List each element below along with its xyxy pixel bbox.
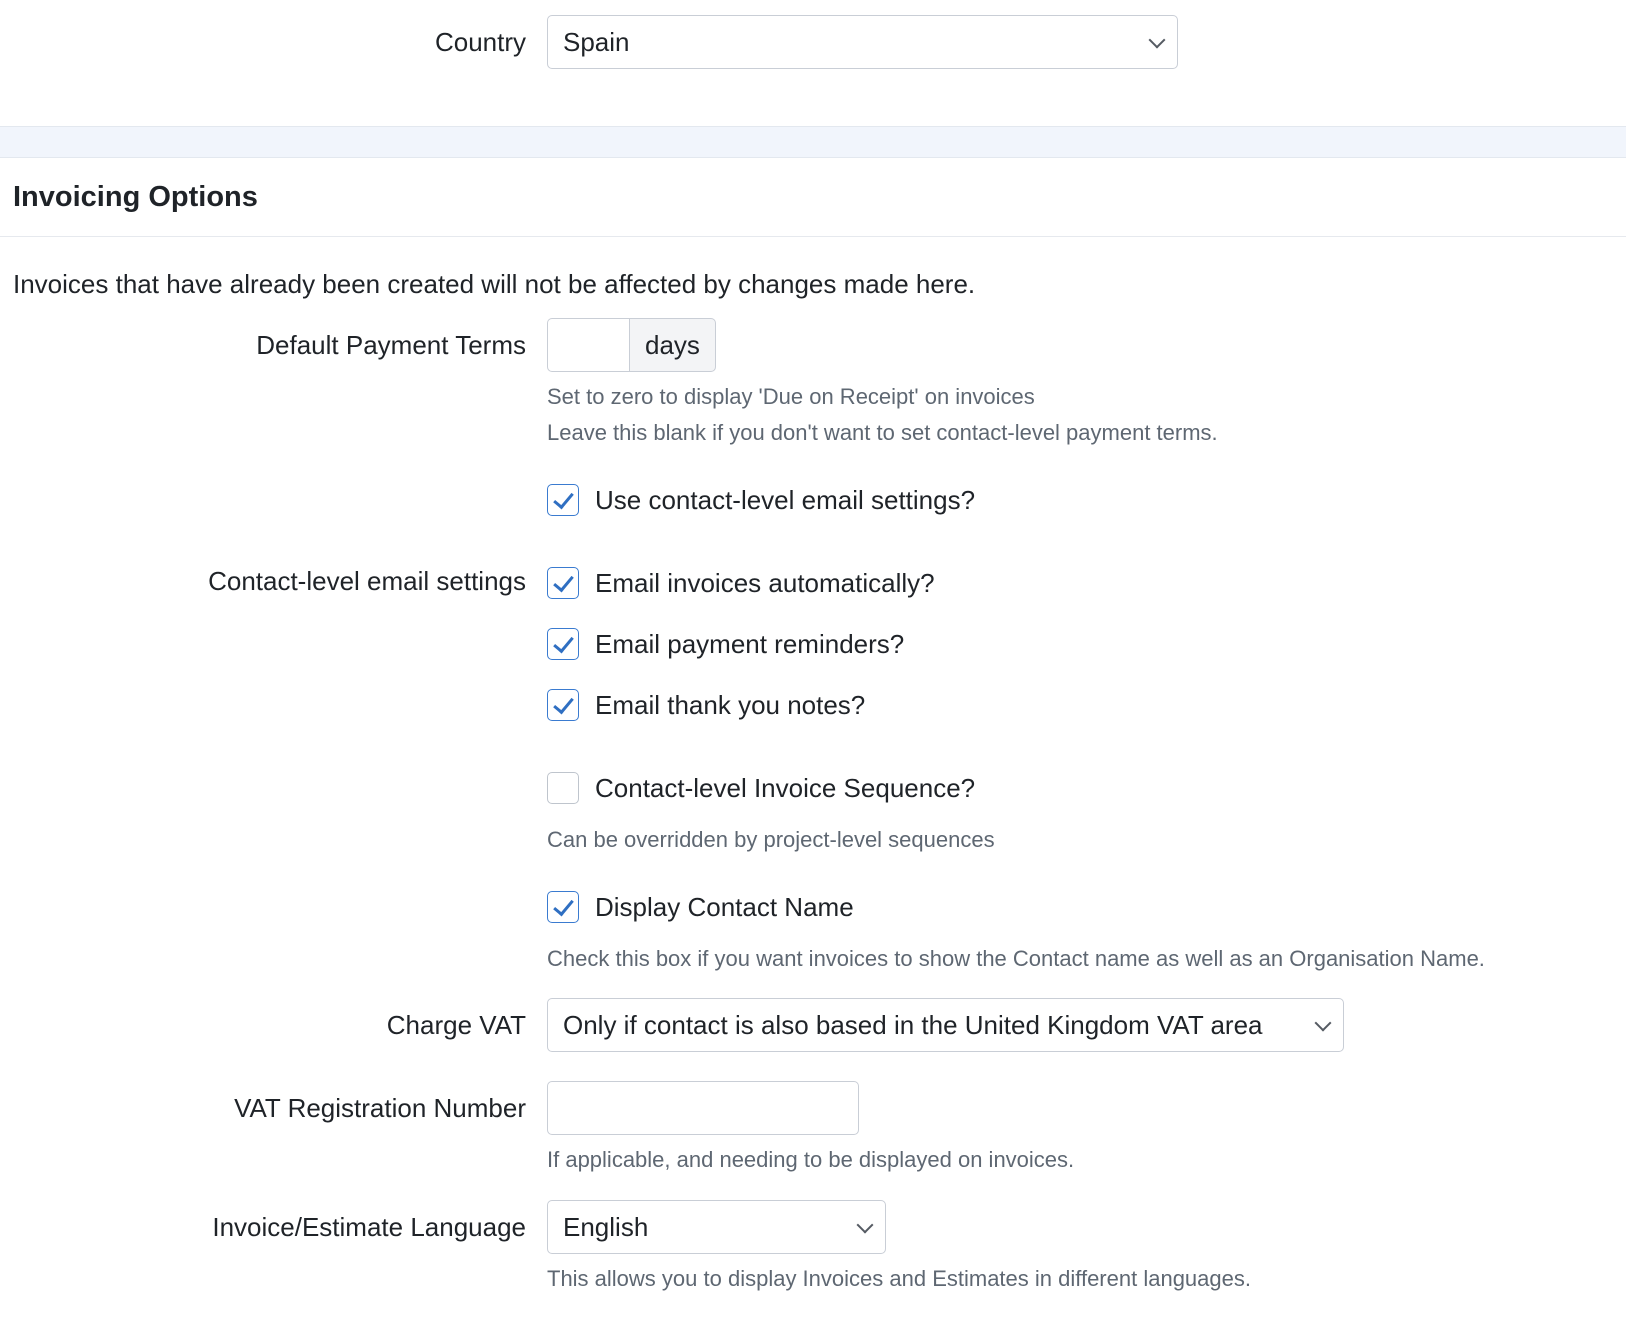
section-divider [0,126,1626,158]
display-contact-name-checkbox[interactable] [547,891,579,923]
vat-number-input[interactable] [547,1081,859,1135]
use-contact-email-checkbox[interactable] [547,484,579,516]
language-select-value: English [563,1212,649,1242]
language-select[interactable]: English [547,1200,886,1254]
use-contact-email-label: Use contact-level email settings? [595,485,976,515]
checkmark-icon [553,692,574,715]
payment-terms-input[interactable] [547,318,629,372]
email-thankyou-checkbox[interactable] [547,689,579,721]
email-thankyou-row[interactable]: Email thank you notes? [547,688,865,722]
chevron-down-icon [1148,31,1166,49]
vat-number-label: VAT Registration Number [234,1093,526,1123]
invoice-sequence-checkbox[interactable] [547,772,579,804]
country-label: Country [434,27,526,57]
chevron-down-icon [1314,1014,1332,1032]
email-invoices-checkbox[interactable] [547,567,579,599]
language-help: This allows you to display Invoices and … [547,1266,1251,1291]
payment-terms-addon: days [629,318,716,372]
payment-terms-group: days [547,318,716,372]
payment-terms-label: Default Payment Terms [256,330,526,360]
email-invoices-row[interactable]: Email invoices automatically? [547,566,935,600]
charge-vat-label: Charge VAT [386,1010,526,1040]
invoice-sequence-help: Can be overridden by project-level seque… [547,827,995,852]
invoice-sequence-row[interactable]: Contact-level Invoice Sequence? [547,771,975,805]
checkmark-icon [553,894,574,917]
language-label: Invoice/Estimate Language [212,1212,526,1242]
charge-vat-select[interactable]: Only if contact is also based in the Uni… [547,998,1344,1052]
display-contact-name-help: Check this box if you want invoices to s… [547,946,1485,971]
email-thankyou-label: Email thank you notes? [595,690,866,720]
invoice-sequence-label: Contact-level Invoice Sequence? [595,773,976,803]
checkmark-icon [553,570,574,593]
email-reminders-label: Email payment reminders? [595,629,905,659]
email-reminders-checkbox[interactable] [547,628,579,660]
payment-terms-help-2: Leave this blank if you don't want to se… [547,420,1218,445]
section-intro: Invoices that have already been created … [13,269,976,299]
section-title: Invoicing Options [13,181,258,213]
payment-terms-help-1: Set to zero to display 'Due on Receipt' … [547,384,1035,409]
checkmark-icon [553,487,574,510]
email-invoices-label: Email invoices automatically? [595,568,935,598]
chevron-down-icon [856,1216,874,1234]
use-contact-email-row[interactable]: Use contact-level email settings? [547,483,975,517]
country-select[interactable]: Spain [547,15,1178,69]
charge-vat-select-value: Only if contact is also based in the Uni… [563,1010,1263,1040]
title-divider [0,236,1626,237]
checkmark-icon [553,631,574,654]
vat-number-help: If applicable, and needing to be display… [547,1147,1075,1172]
country-select-value: Spain [563,27,630,57]
display-contact-name-label: Display Contact Name [595,892,854,922]
display-contact-name-row[interactable]: Display Contact Name [547,890,854,924]
contact-email-settings-label: Contact-level email settings [208,566,526,596]
email-reminders-row[interactable]: Email payment reminders? [547,627,904,661]
